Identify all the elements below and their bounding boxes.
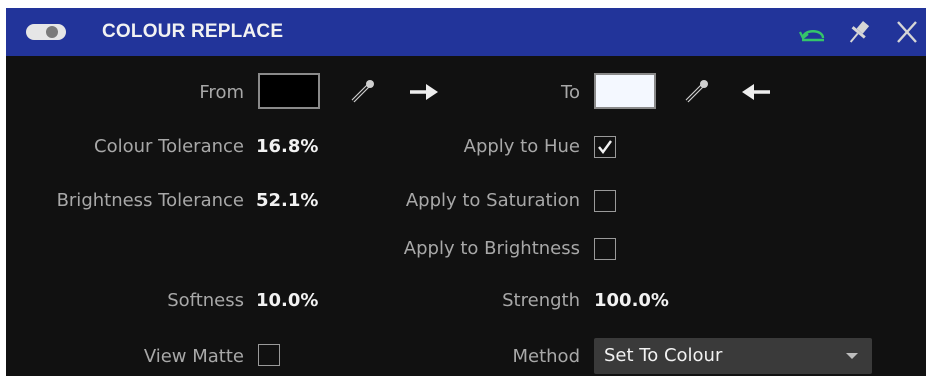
- to-colour-swatch[interactable]: [594, 73, 656, 109]
- eyedropper-icon[interactable]: [348, 76, 378, 106]
- toggle-switch-icon[interactable]: [26, 24, 66, 40]
- apply-to-hue-checkbox[interactable]: [594, 136, 616, 158]
- view-matte-label: View Matte: [143, 346, 244, 367]
- arrow-left-icon[interactable]: [742, 80, 772, 104]
- close-icon[interactable]: [892, 18, 922, 46]
- apply-to-brightness-label: Apply to Brightness: [403, 238, 580, 259]
- panel-header: COLOUR REPLACE: [6, 8, 926, 56]
- method-selected-value: Set To Colour: [604, 345, 723, 366]
- colour-replace-panel: COLOUR REPLACE From To Colour Tolerance …: [6, 8, 926, 376]
- arrow-right-icon[interactable]: [408, 80, 438, 104]
- apply-to-saturation-label: Apply to Saturation: [405, 190, 580, 211]
- colour-tolerance-label: Colour Tolerance: [94, 136, 244, 157]
- from-label: From: [199, 82, 244, 103]
- from-colour-swatch[interactable]: [258, 73, 320, 109]
- strength-label: Strength: [502, 290, 580, 311]
- panel-title: COLOUR REPLACE: [102, 21, 284, 42]
- reset-icon[interactable]: [798, 18, 828, 46]
- brightness-tolerance-label: Brightness Tolerance: [56, 190, 244, 211]
- colour-tolerance-value[interactable]: 16.8%: [256, 134, 318, 160]
- eyedropper-icon[interactable]: [682, 76, 712, 106]
- pin-icon[interactable]: [844, 18, 874, 46]
- method-label: Method: [512, 346, 580, 367]
- apply-to-saturation-checkbox[interactable]: [594, 190, 616, 212]
- toggle-knob: [46, 26, 58, 38]
- view-matte-checkbox[interactable]: [258, 344, 280, 366]
- apply-to-brightness-checkbox[interactable]: [594, 238, 616, 260]
- method-dropdown[interactable]: Set To Colour: [594, 338, 872, 374]
- brightness-tolerance-value[interactable]: 52.1%: [256, 188, 318, 214]
- to-label: To: [561, 82, 580, 103]
- strength-value[interactable]: 100.0%: [594, 288, 669, 314]
- chevron-down-icon: [846, 353, 858, 359]
- softness-label: Softness: [167, 290, 244, 311]
- apply-to-hue-label: Apply to Hue: [463, 136, 580, 157]
- softness-value[interactable]: 10.0%: [256, 288, 318, 314]
